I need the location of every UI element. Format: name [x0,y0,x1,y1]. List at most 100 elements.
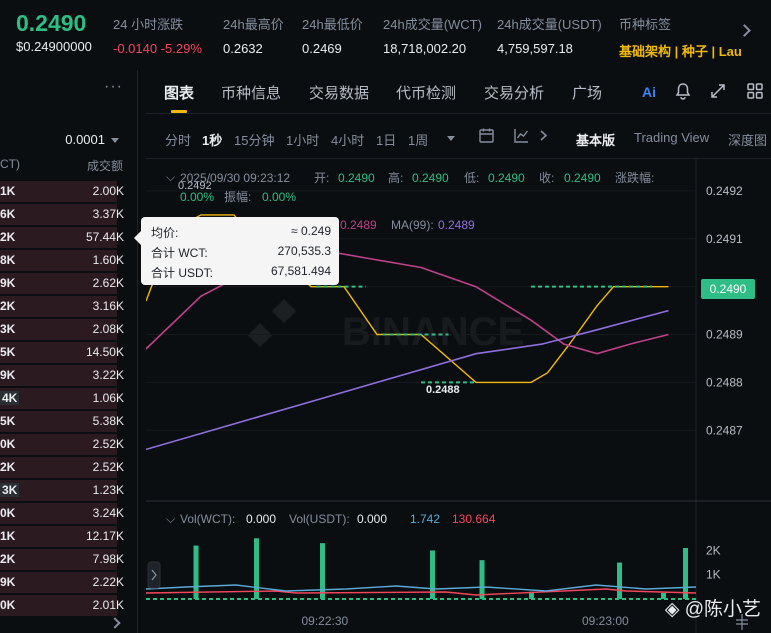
tab-coin-info[interactable]: 币种信息 [221,82,281,103]
time-axis: 09:22:30 09:23:00 [302,614,630,628]
row-amount: 3K [0,322,16,336]
chevron-right-icon[interactable] [534,127,554,147]
price-tick: 0.2488 [706,375,743,389]
order-book-row[interactable]: 2K 2.52K [0,456,138,479]
collapse-icon[interactable]: ⌵ [166,512,175,526]
volume-info: ⌵ Vol(WCT): 0.000 Vol(USDT): 0.000 1.742… [166,512,496,526]
svg-text:Vol(USDT):: Vol(USDT): [289,512,350,526]
order-book-row[interactable]: 3K 2.08K [0,318,138,341]
interval-15m[interactable]: 15分钟 [234,130,274,149]
volume-pane: 2K 1K [145,538,721,600]
volume-ma-line [145,588,697,596]
pane-scroll-handle[interactable] [147,561,161,589]
interval-timeshare[interactable]: 分时 [165,130,191,149]
order-book-row[interactable]: 0K 2.52K [0,433,138,456]
order-book-row[interactable]: 4K 1.06K [0,387,138,410]
price-tick: 0.2487 [706,423,743,437]
row-total: 1.06K [92,391,124,405]
binance-watermark [248,299,296,347]
svg-text:低:: 低: [464,171,479,185]
price-axis: 0.24920.24910.24900.24890.24880.2487 [706,184,743,437]
indicator-chart-icon[interactable] [511,127,531,147]
row-total: 2.00K [92,184,124,198]
interval-dropdown-icon[interactable] [447,136,455,141]
view-depth[interactable]: 深度图 [728,130,767,149]
row-amount: 9K [0,575,16,589]
chart-panel: 图表 币种信息 交易数据 代币检测 交易分析 广场 Ai 分时 1秒 15分钟 … [145,70,771,633]
tab-square[interactable]: 广场 [572,82,602,103]
row-amount: 2K [0,460,16,474]
svg-text:0.000: 0.000 [246,512,276,526]
stat-24h-change: 24 小时涨跌 -0.0140 -5.29% [113,17,202,56]
interval-1w[interactable]: 1周 [408,130,428,149]
order-book-row[interactable]: 3K 1.23K [0,479,138,502]
interval-1h[interactable]: 1小时 [286,130,319,149]
svg-text:0.2490: 0.2490 [488,171,525,185]
stat-24h-vol-wct: 24h成交量(WCT) 18,718,002.20 [383,17,482,56]
order-book-row[interactable]: 8K 1.60K [0,249,138,272]
row-amount: 5K [0,345,16,359]
row-amount: 1K [0,184,16,198]
row-total: 2.08K [92,322,124,336]
order-book-row[interactable]: 5K 5.38K [0,410,138,433]
tab-trade-analysis[interactable]: 交易分析 [484,82,544,103]
bell-icon[interactable] [673,82,693,102]
last-price: 0.2490 [16,10,87,36]
row-total: 3.16K [92,299,124,313]
order-book-row[interactable]: 1K 2.00K [0,180,138,203]
interval-4h[interactable]: 4小时 [331,130,364,149]
order-book-row[interactable]: 2K 57.44K [0,226,138,249]
order-book-row[interactable]: 0K 2.01K [0,594,138,617]
interval-1d[interactable]: 1日 [376,130,396,149]
tab-token-check[interactable]: 代币检测 [396,82,456,103]
order-book-row[interactable]: 1K 12.17K [0,525,138,548]
more-menu-icon[interactable]: ··· [104,78,123,96]
interval-1s[interactable]: 1秒 [202,130,222,149]
ai-icon[interactable]: Ai [639,82,659,102]
svg-text:0.2490: 0.2490 [710,282,747,296]
svg-text:0.00%: 0.00% [180,190,214,204]
ticker-bar: 0.2490 $0.24900000 24 小时涨跌 -0.0140 -5.29… [0,0,771,62]
svg-text:130.664: 130.664 [452,512,496,526]
expand-icon[interactable] [708,82,728,102]
time-tick: 09:22:30 [302,614,349,628]
grid-icon[interactable] [745,82,765,102]
order-book-row[interactable]: 9K 2.62K [0,272,138,295]
volume-bar [683,548,688,599]
row-total: 2.62K [92,276,124,290]
order-book: ··· 0.0001 CT) 成交额 1K 2.00K 6K 3.37K 2K 57.44… [0,70,138,633]
row-amount: 6K [0,207,16,221]
volume-bar [479,560,485,599]
trading-page: 0.2490 $0.24900000 24 小时涨跌 -0.0140 -5.29… [0,0,771,633]
view-basic[interactable]: 基本版 [576,130,615,149]
row-total: 3.24K [92,506,124,520]
chart-toolbar: 分时 1秒 15分钟 1小时 4小时 1日 1周 基本版 Trading Vie… [146,120,771,154]
svg-text:Vol(WCT):: Vol(WCT): [180,512,235,526]
row-amount: 8K [0,253,16,267]
row-amount: 1K [0,529,16,543]
order-book-row[interactable]: 2K 3.16K [0,295,138,318]
svg-text:0.000: 0.000 [357,512,387,526]
price-step-select[interactable]: 0.0001 [65,132,119,147]
row-total: 14.50K [85,345,124,359]
row-total: 1.23K [92,483,124,497]
view-tradingview[interactable]: Trading View [634,130,709,145]
stat-coin-tags[interactable]: 币种标签 基础架构 | 种子 | Lau [619,14,744,60]
tab-trading-data[interactable]: 交易数据 [309,82,369,103]
min-marker: 0.2488 [426,384,460,396]
order-book-row[interactable]: 0K 3.24K [0,502,138,525]
order-book-row[interactable]: 5K 14.50K [0,341,138,364]
svg-text:0.2490: 0.2490 [564,171,601,185]
collapse-icon[interactable]: ⌵ [166,170,175,184]
price-tick: 0.2489 [706,328,743,342]
chevron-right-icon[interactable] [109,617,121,629]
order-book-row[interactable]: 9K 2.22K [0,571,138,594]
chart-tooltip: 均价: ≈ 0.249 合计 WCT: 270,535.3 合计 USDT: 6… [134,217,339,285]
tab-chart[interactable]: 图表 [164,82,194,113]
row-total: 5.38K [92,414,124,428]
svg-text:振幅:: 振幅: [224,189,251,204]
order-book-row[interactable]: 2K 7.98K [0,548,138,571]
order-book-row[interactable]: 9K 3.22K [0,364,138,387]
calendar-icon[interactable] [476,127,496,147]
order-book-row[interactable]: 6K 3.37K [0,203,138,226]
